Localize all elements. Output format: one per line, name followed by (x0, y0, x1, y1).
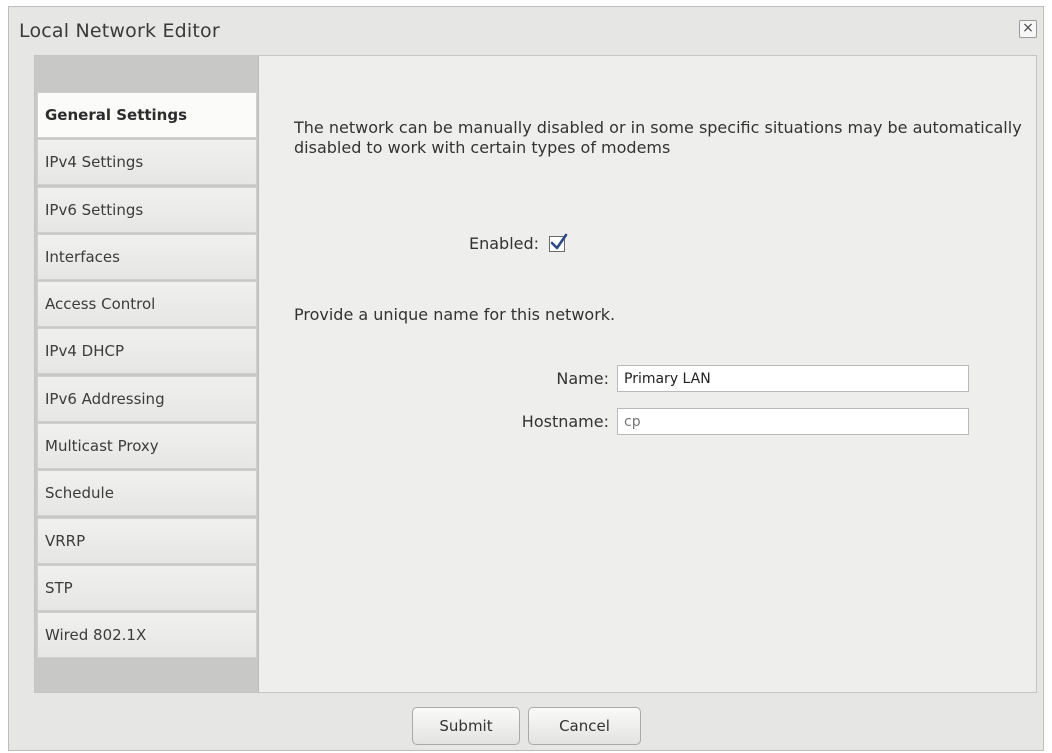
sidebar-item-wired-8021x[interactable]: Wired 802.1X (37, 612, 257, 659)
local-network-editor-dialog: Local Network Editor × General Settings … (8, 6, 1044, 751)
sidebar-item-multicast-proxy[interactable]: Multicast Proxy (37, 423, 257, 470)
enabled-checkbox[interactable] (549, 233, 568, 252)
sidebar-item-schedule[interactable]: Schedule (37, 470, 257, 517)
dialog-titlebar: Local Network Editor × (9, 7, 1043, 53)
enabled-label: Enabled: (469, 234, 540, 253)
network-description: The network can be manually disabled or … (294, 118, 1022, 157)
sidebar-item-access-control[interactable]: Access Control (37, 281, 257, 328)
sidebar-item-ipv6-settings[interactable]: IPv6 Settings (37, 186, 257, 233)
dialog-footer: Submit Cancel (9, 707, 1043, 747)
hostname-label: Hostname: (521, 412, 609, 431)
sidebar-item-general-settings[interactable]: General Settings (37, 92, 257, 138)
hostname-row: Hostname: (259, 408, 969, 435)
close-icon[interactable]: × (1019, 20, 1037, 38)
enabled-row: Enabled: (469, 233, 568, 253)
sidebar-item-ipv6-addressing[interactable]: IPv6 Addressing (37, 375, 257, 422)
submit-button[interactable]: Submit (412, 707, 520, 745)
hostname-input[interactable] (617, 408, 969, 435)
name-row: Name: (259, 365, 969, 392)
sidebar-item-ipv4-dhcp[interactable]: IPv4 DHCP (37, 328, 257, 375)
cancel-button[interactable]: Cancel (528, 707, 641, 745)
name-input[interactable] (617, 365, 969, 392)
sidebar-item-vrrp[interactable]: VRRP (37, 517, 257, 564)
sidebar-item-stp[interactable]: STP (37, 564, 257, 611)
sidebar-item-interfaces[interactable]: Interfaces (37, 233, 257, 280)
sidebar: General Settings IPv4 Settings IPv6 Sett… (35, 56, 259, 692)
general-settings-panel: The network can be manually disabled or … (259, 56, 1036, 692)
checkmark-icon (550, 233, 568, 249)
name-prompt: Provide a unique name for this network. (294, 305, 616, 324)
name-label: Name: (556, 369, 609, 388)
sidebar-item-ipv4-settings[interactable]: IPv4 Settings (37, 139, 257, 186)
sidebar-nav: General Settings IPv4 Settings IPv6 Sett… (37, 92, 257, 660)
dialog-title: Local Network Editor (19, 20, 220, 42)
content-frame: General Settings IPv4 Settings IPv6 Sett… (34, 55, 1037, 693)
